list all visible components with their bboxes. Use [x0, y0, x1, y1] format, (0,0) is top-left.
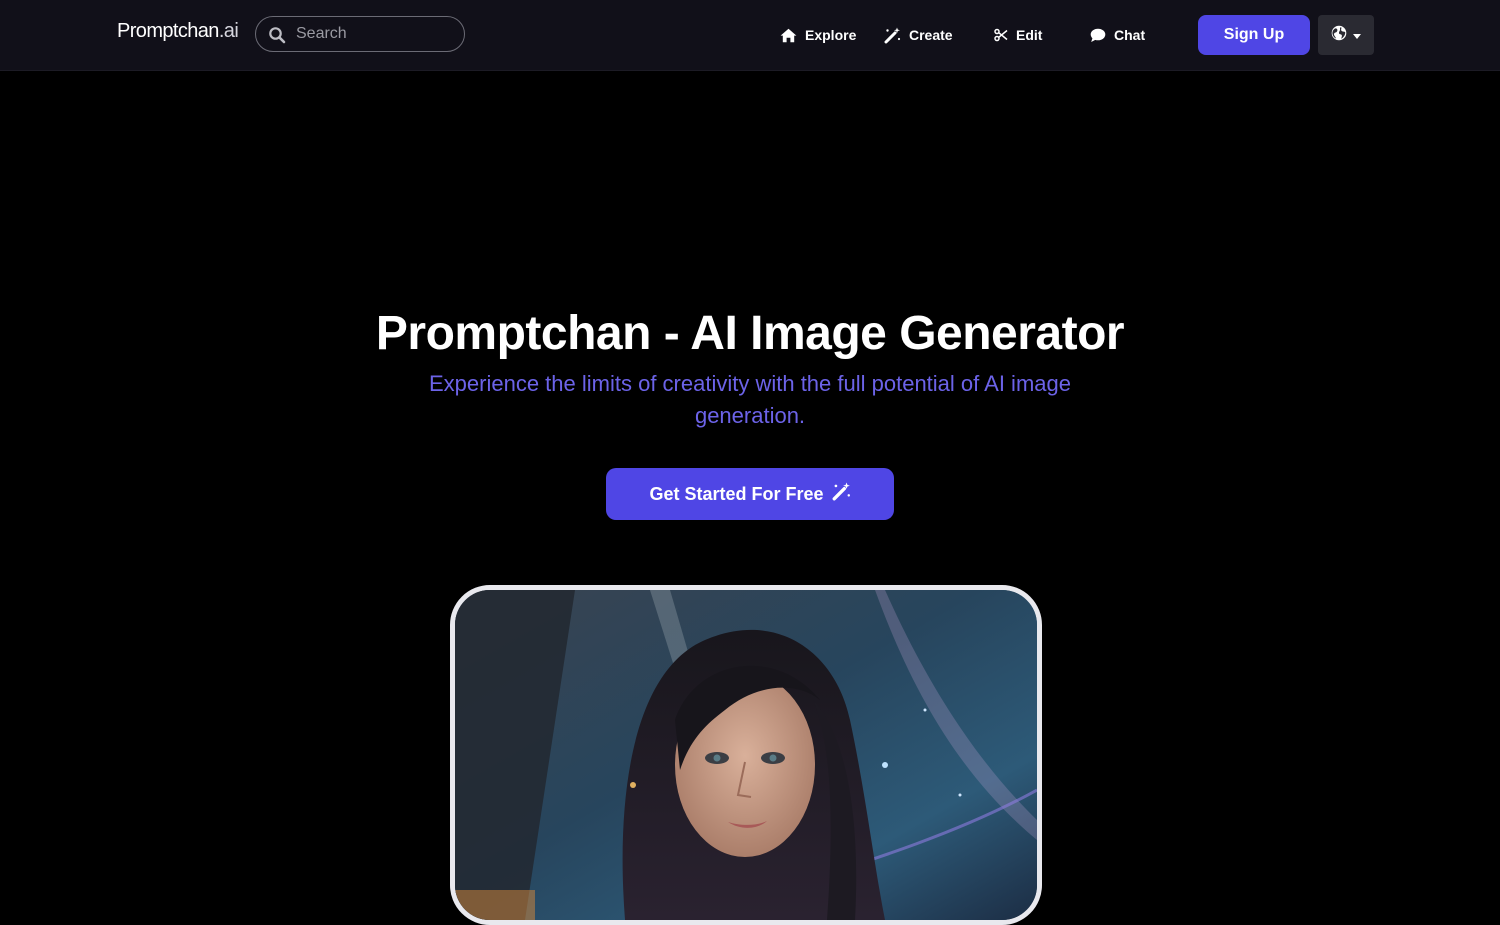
get-started-button[interactable]: Get Started For Free — [606, 468, 894, 520]
chat-bubble-icon — [1090, 28, 1106, 43]
search-icon — [268, 26, 286, 44]
nav-create-label: Create — [909, 27, 953, 43]
scissors-icon — [994, 28, 1008, 42]
chevron-down-icon — [1353, 26, 1361, 44]
magic-wand-icon — [884, 27, 901, 44]
logo-tld: .ai — [218, 20, 239, 42]
globe-icon — [1331, 25, 1347, 46]
logo-main: Promptchan — [117, 20, 219, 42]
search-box[interactable] — [255, 16, 465, 52]
nav-create[interactable]: Create — [884, 24, 953, 46]
site-logo[interactable]: Promptchan.ai — [117, 20, 239, 43]
top-navbar: Promptchan.ai Explore Create — [0, 0, 1500, 71]
hero-subtitle: Experience the limits of creativity with… — [429, 371, 1071, 428]
nav-explore-label: Explore — [805, 27, 857, 43]
search-input[interactable] — [296, 17, 456, 51]
nav-chat-label: Chat — [1114, 27, 1146, 43]
get-started-label: Get Started For Free — [649, 483, 824, 504]
nav-explore[interactable]: Explore — [780, 24, 856, 46]
nav-edit[interactable]: Edit — [994, 24, 1042, 46]
language-selector[interactable] — [1318, 15, 1374, 55]
showcase-image — [450, 585, 1042, 925]
sign-up-button[interactable]: Sign Up — [1198, 15, 1310, 55]
ai-portrait-image — [455, 590, 1037, 920]
home-icon — [780, 28, 797, 43]
hero-title: Promptchan - AI Image Generator — [375, 307, 1125, 360]
magic-wand-icon — [832, 482, 851, 506]
nav-chat[interactable]: Chat — [1090, 24, 1145, 46]
nav-edit-label: Edit — [1016, 27, 1043, 43]
